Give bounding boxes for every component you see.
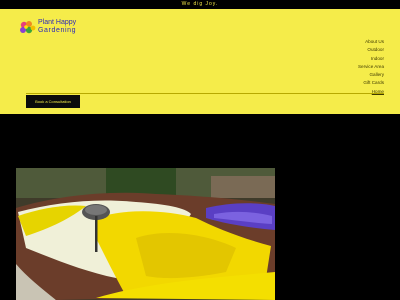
garden-photo bbox=[16, 168, 275, 300]
brand-name-line1: Plant Happy bbox=[38, 19, 77, 26]
header-divider bbox=[26, 93, 384, 94]
flower-logo-icon bbox=[20, 21, 36, 34]
announcement-bar: We dig Joy. bbox=[0, 0, 400, 9]
nav-link-indoor[interactable]: Indoor bbox=[358, 55, 384, 63]
nav-link-home[interactable]: Home bbox=[358, 88, 384, 96]
main-navigation: About Us Outdoor Indoor Service Area Gal… bbox=[358, 38, 384, 96]
nav-link-gift-cards[interactable]: Gift Cards bbox=[358, 79, 384, 87]
brand-logo[interactable]: Plant Happy Gardening bbox=[19, 19, 89, 37]
hero-garden-image bbox=[16, 168, 275, 300]
announcement-text: We dig Joy. bbox=[181, 1, 219, 7]
brand-name: Plant Happy Gardening bbox=[38, 19, 76, 35]
book-consultation-button[interactable]: Book a Consultation bbox=[26, 95, 80, 108]
nav-link-service-area[interactable]: Service Area bbox=[358, 63, 384, 71]
nav-link-gallery[interactable]: Gallery bbox=[358, 71, 384, 79]
site-header: Plant Happy Gardening About Us Outdoor I… bbox=[0, 9, 400, 114]
brand-name-line2: Gardening bbox=[38, 27, 77, 34]
nav-link-outdoor[interactable]: Outdoor bbox=[358, 46, 384, 54]
nav-link-about-us[interactable]: About Us bbox=[358, 38, 384, 46]
